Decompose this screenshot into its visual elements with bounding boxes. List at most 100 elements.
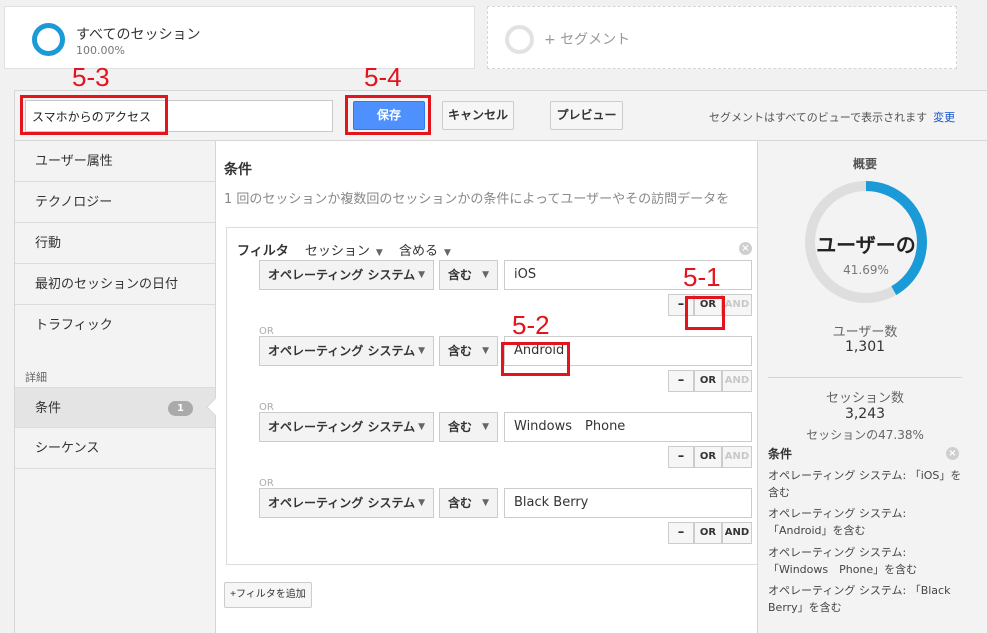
condition-row: オペレーティング システム ▼ 含む ▼ Windows Phone – OR AN… bbox=[227, 412, 757, 472]
sidebar-item-label: トラフィック bbox=[35, 318, 113, 333]
chevron-down-icon: ▼ bbox=[418, 422, 425, 432]
summary-condition: オペレーティング システム: 「Windows Phone」を含む bbox=[768, 546, 918, 576]
remove-condition-button[interactable]: – bbox=[668, 370, 694, 392]
chevron-down-icon: ▼ bbox=[482, 422, 489, 432]
chevron-down-icon: ▼ bbox=[482, 498, 489, 508]
conditions-panel: 条件 1 回のセッションか複数回のセッションかの条件によってユーザーやその訪問デ… bbox=[216, 141, 757, 633]
cancel-button[interactable]: キャンセル bbox=[442, 101, 514, 130]
sidebar-item-demographics[interactable]: ユーザー属性 bbox=[15, 141, 215, 182]
and-button[interactable]: AND bbox=[722, 370, 752, 392]
operator-dropdown[interactable]: 含む ▼ bbox=[439, 260, 498, 290]
add-filter-button[interactable]: +フィルタを追加 bbox=[224, 582, 312, 608]
annotation-box bbox=[685, 296, 725, 330]
segment-percent: 100.00% bbox=[76, 44, 125, 57]
operator-dropdown[interactable]: 含む ▼ bbox=[439, 336, 498, 366]
change-link[interactable]: 変更 bbox=[933, 111, 955, 124]
dimension-value: オペレーティング システム bbox=[268, 496, 416, 510]
summary-condition: オペレーティング システム: 「Black Berry」を含む bbox=[768, 584, 951, 614]
or-button[interactable]: OR bbox=[694, 370, 722, 392]
sidebar-item-label: 行動 bbox=[35, 236, 62, 251]
chevron-down-icon: ▼ bbox=[418, 498, 425, 508]
segment-bar: すべてのセッション 100.00% + セグメント bbox=[0, 0, 987, 78]
visibility-note: セグメントはすべてのビューで表示されます 変更 bbox=[709, 109, 955, 125]
filter-label: フィルタ bbox=[237, 244, 289, 259]
chevron-down-icon: ▼ bbox=[482, 270, 489, 280]
sidebar-item-traffic[interactable]: トラフィック bbox=[15, 305, 215, 346]
users-label: ユーザー数 bbox=[832, 325, 898, 340]
add-segment-label: + セグメント bbox=[544, 32, 631, 48]
operator-dropdown[interactable]: 含む ▼ bbox=[439, 488, 498, 518]
operator-value: 含む bbox=[448, 496, 473, 510]
condition-value-input[interactable]: Black Berry bbox=[504, 488, 752, 518]
dimension-value: オペレーティング システム bbox=[268, 344, 416, 358]
sidebar-item-technology[interactable]: テクノロジー bbox=[15, 182, 215, 223]
filter-group: フィルタ セッション ▼ 含める ▼ × オペレーティング システム ▼ 含む ▼ iO… bbox=[226, 227, 757, 565]
chevron-down-icon: ▼ bbox=[418, 270, 425, 280]
remove-condition-button[interactable]: – bbox=[668, 522, 694, 544]
condition-row: オペレーティング システム ▼ 含む ▼ iOS – OR AND bbox=[227, 260, 757, 320]
visibility-note-text: セグメントはすべてのビューで表示されます bbox=[709, 111, 928, 124]
filter-header: フィルタ セッション ▼ 含める ▼ bbox=[237, 240, 451, 259]
operator-value: 含む bbox=[448, 344, 473, 358]
operator-dropdown[interactable]: 含む ▼ bbox=[439, 412, 498, 442]
annotation-box bbox=[20, 95, 168, 135]
conditions-count-badge: 1 bbox=[168, 401, 193, 416]
annotation-box bbox=[501, 342, 570, 376]
remove-condition-button[interactable]: – bbox=[668, 446, 694, 468]
summary-divider bbox=[768, 377, 962, 378]
page-title: 条件 bbox=[224, 162, 252, 178]
and-button[interactable]: AND bbox=[722, 294, 752, 316]
filter-scope-dropdown[interactable]: セッション ▼ bbox=[305, 244, 383, 259]
close-icon[interactable]: × bbox=[739, 242, 752, 255]
sidebar-item-label: 条件 bbox=[35, 401, 62, 416]
empty-segment-ring-icon bbox=[505, 25, 534, 54]
filter-mode-value: 含める bbox=[398, 244, 438, 259]
sessions-label: セッション数 bbox=[825, 391, 904, 406]
conditions-description: 1 回のセッションか複数回のセッションかの条件によってユーザーやその訪問データを bbox=[224, 192, 730, 207]
dimension-dropdown[interactable]: オペレーティング システム ▼ bbox=[259, 412, 434, 442]
and-button[interactable]: AND bbox=[722, 522, 752, 544]
filter-mode-dropdown[interactable]: 含める ▼ bbox=[399, 244, 451, 259]
sessions-value: 3,243 bbox=[844, 406, 886, 422]
summary-condition: オペレーティング システム: 「Android」を含む bbox=[768, 507, 907, 537]
dimension-dropdown[interactable]: オペレーティング システム ▼ bbox=[259, 260, 434, 290]
sidebar-item-label: 最初のセッションの日付 bbox=[35, 277, 179, 292]
sidebar-item-first-session-date[interactable]: 最初のセッションの日付 bbox=[15, 264, 215, 305]
annotation-label: 5-1 bbox=[683, 262, 721, 292]
annotation-label: 5-2 bbox=[512, 310, 550, 340]
segment-ring-icon bbox=[32, 23, 65, 56]
dimension-value: オペレーティング システム bbox=[268, 420, 416, 434]
segment-title: すべてのセッション bbox=[76, 27, 201, 43]
condition-row: オペレーティング システム ▼ 含む ▼ Android – OR AND bbox=[227, 336, 757, 396]
dimension-dropdown[interactable]: オペレーティング システム ▼ bbox=[259, 336, 434, 366]
preview-button[interactable]: プレビュー bbox=[550, 101, 623, 130]
users-value: 1,301 bbox=[844, 339, 886, 355]
sessions-share: セッションの47.38% bbox=[806, 428, 924, 442]
segment-all-sessions[interactable]: すべてのセッション 100.00% bbox=[4, 6, 475, 69]
sidebar-item-label: ユーザー属性 bbox=[35, 154, 113, 169]
operator-value: 含む bbox=[448, 420, 473, 434]
donut-label: ユーザーの bbox=[816, 233, 916, 257]
annotation-box bbox=[345, 95, 431, 135]
chevron-down-icon: ▼ bbox=[375, 248, 383, 258]
chevron-down-icon: ▼ bbox=[482, 346, 489, 356]
summary-panel: 概要 ユーザーの 41.69% ユーザー数 1,301 セッション数 3,243… bbox=[757, 141, 987, 633]
chevron-down-icon: ▼ bbox=[418, 346, 425, 356]
or-button[interactable]: OR bbox=[694, 522, 722, 544]
add-segment-slot[interactable]: + セグメント bbox=[487, 6, 957, 69]
and-button[interactable]: AND bbox=[722, 446, 752, 468]
sidebar: ユーザー属性 テクノロジー 行動 最初のセッションの日付 トラフィック 詳細 条… bbox=[15, 141, 226, 633]
sidebar-item-behavior[interactable]: 行動 bbox=[15, 223, 215, 264]
filter-scope-value: セッション bbox=[304, 244, 370, 259]
dimension-dropdown[interactable]: オペレーティング システム ▼ bbox=[259, 488, 434, 518]
sidebar-item-sequences[interactable]: シーケンス bbox=[15, 428, 215, 469]
or-button[interactable]: OR bbox=[694, 446, 722, 468]
sidebar-item-label: シーケンス bbox=[35, 441, 100, 456]
chevron-down-icon: ▼ bbox=[443, 248, 451, 258]
condition-row: オペレーティング システム ▼ 含む ▼ Black Berry – OR AND bbox=[227, 488, 757, 548]
close-icon[interactable]: × bbox=[946, 447, 959, 460]
condition-value-input[interactable]: Windows Phone bbox=[504, 412, 752, 442]
annotation-label: 5-3 bbox=[72, 62, 110, 92]
summary-condition: オペレーティング システム: 「iOS」を含む bbox=[768, 469, 962, 499]
sidebar-item-conditions[interactable]: 条件 1 bbox=[15, 387, 226, 428]
